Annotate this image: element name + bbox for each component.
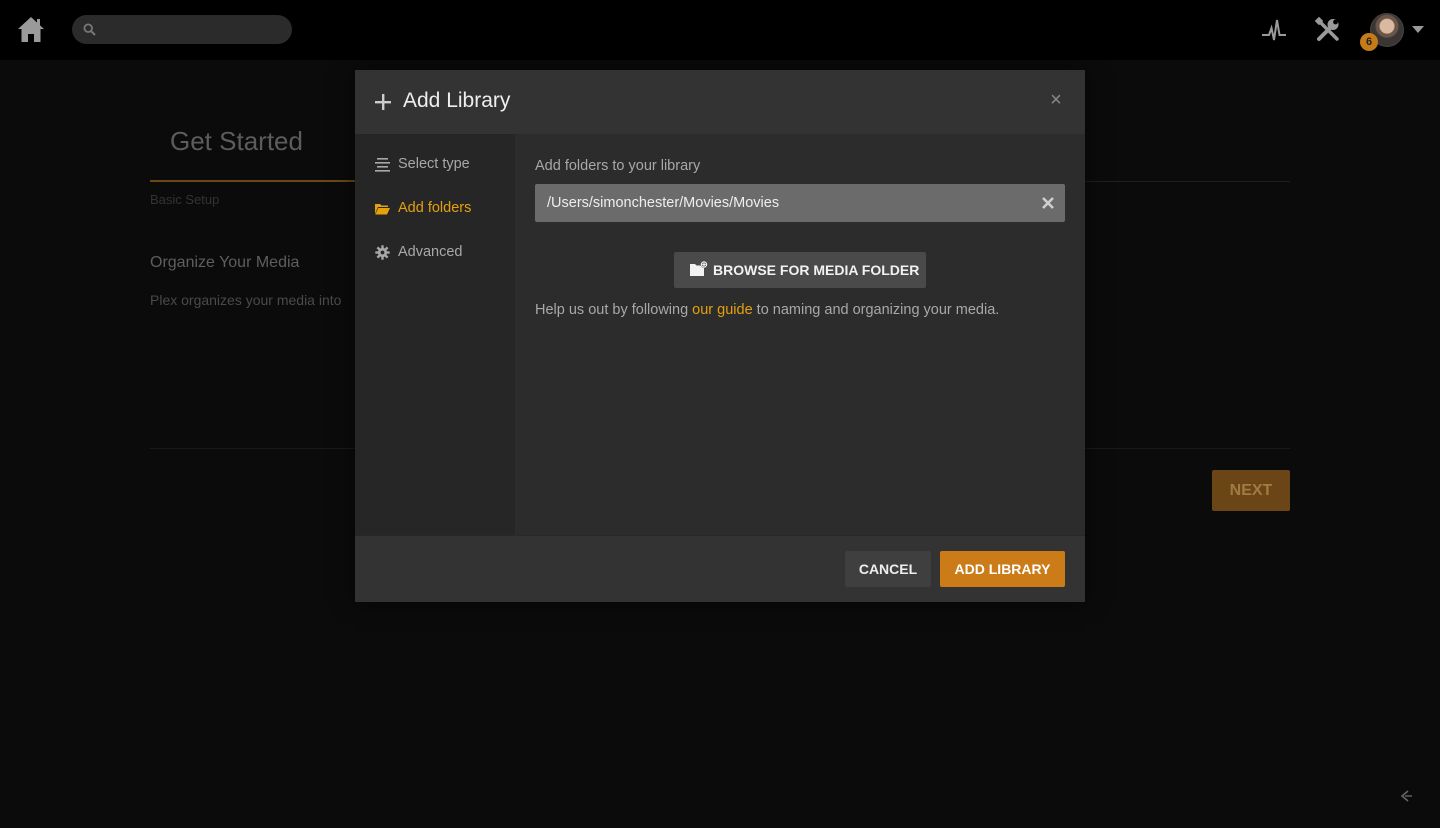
gear-icon [375, 245, 390, 260]
dialog-sidebar: Select type Add folders Advanced [355, 134, 515, 535]
help-text: Help us out by following our guide to na… [535, 302, 999, 318]
add-library-dialog: Add Library × Select type Add folders Ad… [355, 70, 1085, 602]
folder-path-input[interactable] [535, 184, 1025, 222]
settings-tools-icon[interactable] [1314, 16, 1342, 44]
folders-label: Add folders to your library [535, 158, 701, 174]
cancel-button[interactable]: CANCEL [845, 551, 931, 587]
section-heading: Organize Your Media [150, 254, 300, 271]
folder-add-icon [690, 261, 708, 276]
list-icon [375, 158, 390, 172]
dialog-content: Add folders to your library BROWSE FOR M… [515, 134, 1085, 535]
search-input[interactable] [102, 15, 282, 44]
dialog-title: Add Library [403, 89, 511, 112]
collapse-arrows-icon[interactable] [1398, 788, 1414, 804]
close-icon[interactable]: × [1047, 90, 1065, 110]
step-label: Basic Setup [150, 192, 220, 207]
active-tab-indicator [150, 180, 355, 182]
plus-icon [375, 94, 391, 110]
section-description: Plex organizes your media into [150, 292, 342, 308]
browse-button-label: BROWSE FOR MEDIA FOLDER [713, 262, 920, 278]
user-menu[interactable]: 6 [1360, 13, 1428, 51]
top-bar: 6 [0, 0, 1440, 60]
activity-icon[interactable] [1260, 16, 1288, 44]
sidebar-item-label: Advanced [398, 244, 463, 260]
browse-media-folder-button[interactable]: BROWSE FOR MEDIA FOLDER [674, 252, 926, 288]
sidebar-item-label: Select type [398, 156, 470, 172]
page-title: Get Started [170, 126, 303, 156]
folder-path-field [535, 184, 1065, 222]
folder-icon [375, 204, 390, 215]
notification-badge: 6 [1360, 33, 1378, 51]
add-library-button[interactable]: ADD LIBRARY [940, 551, 1065, 587]
home-icon[interactable] [16, 14, 46, 44]
dialog-footer: CANCEL ADD LIBRARY [355, 536, 1085, 602]
next-button[interactable]: NEXT [1212, 470, 1290, 511]
help-text-suffix: to naming and organizing your media. [752, 302, 1000, 318]
sidebar-item-label: Add folders [398, 200, 472, 216]
search-bar[interactable] [72, 15, 292, 44]
chevron-down-icon [1412, 26, 1424, 33]
help-text-prefix: Help us out by following [535, 302, 693, 318]
dialog-header: Add Library × [355, 70, 1085, 134]
our-guide-link[interactable]: our guide [692, 302, 752, 318]
search-icon [83, 23, 96, 36]
remove-folder-icon[interactable] [1039, 194, 1057, 212]
